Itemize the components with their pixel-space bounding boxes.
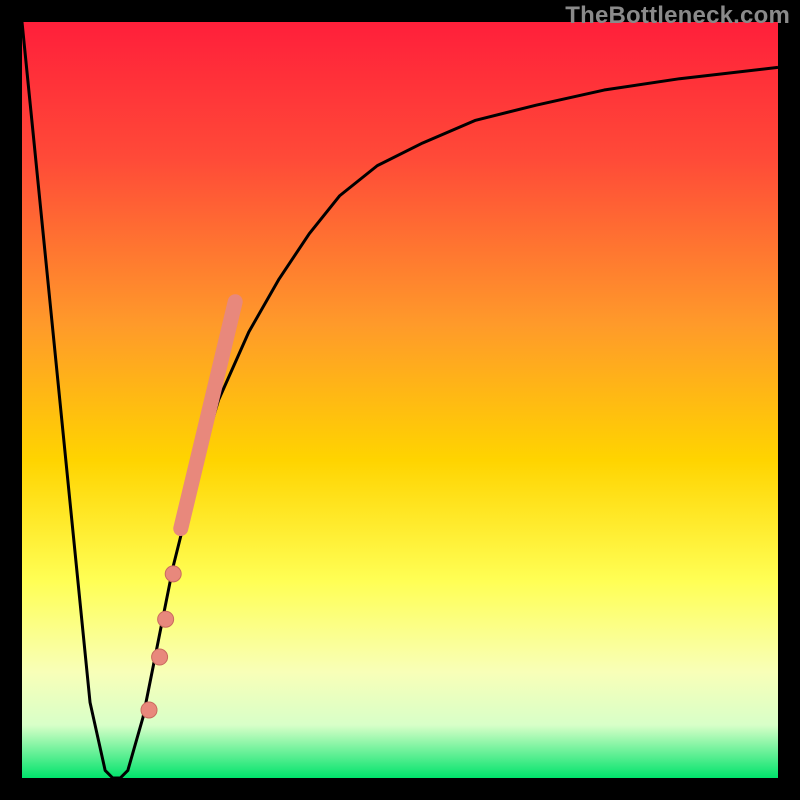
data-dot	[141, 702, 157, 718]
chart-plot-area	[22, 22, 778, 778]
gradient-background	[22, 22, 778, 778]
data-dot	[152, 649, 168, 665]
watermark-text: TheBottleneck.com	[565, 2, 790, 30]
data-dot	[165, 566, 181, 582]
chart-svg	[22, 22, 778, 778]
data-dot	[158, 611, 174, 627]
chart-frame: TheBottleneck.com	[0, 0, 800, 800]
